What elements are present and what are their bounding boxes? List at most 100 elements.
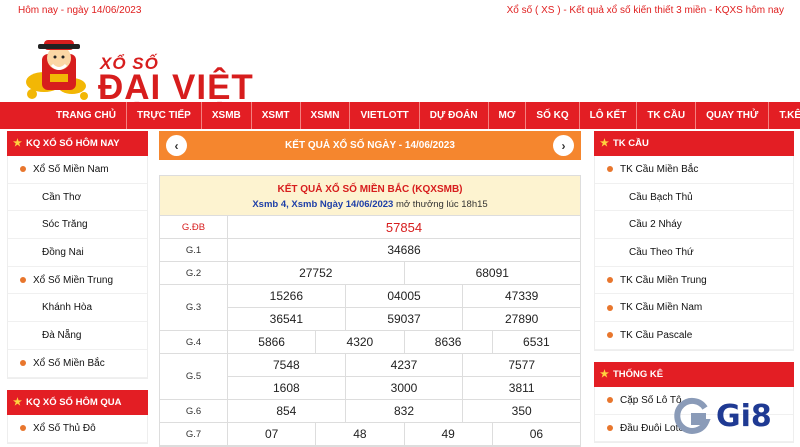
- result-sub-link[interactable]: Xsmb 4, Xsmb Ngày 14/06/2023: [252, 199, 393, 210]
- right-sidebar-item-label: TK Cầu Miền Nam: [620, 302, 703, 314]
- left-sidebar-item[interactable]: Sóc Trăng: [8, 211, 147, 240]
- prize-number: 68091: [475, 266, 509, 280]
- nav-truc-tiep[interactable]: TRỰC TIẾP: [127, 102, 202, 129]
- right-sidebar-item[interactable]: Cầu 2 Nháy: [595, 211, 793, 240]
- left-sidebar-item-label: Đà Nẵng: [42, 329, 82, 341]
- prize-row: G.4 5866 4320 8636 6531: [160, 331, 580, 354]
- left-sidebar-item[interactable]: Xổ Số Miền Bắc: [8, 350, 147, 378]
- prize-label: G.4: [160, 331, 228, 353]
- box-title-today-text: KQ XỔ SỐ HÔM NAY: [25, 138, 120, 149]
- bullet-dot-icon: [607, 304, 613, 311]
- site-tagline-link[interactable]: Xổ số ( XS ) - Kết quả xổ số kiến thiết …: [507, 5, 784, 16]
- prize-label: G.5: [160, 354, 228, 399]
- nav-xsmb[interactable]: XSMB: [202, 102, 252, 129]
- prize-number: 3811: [508, 381, 535, 395]
- god-of-wealth-mascot-icon: [26, 40, 88, 100]
- left-sidebar-item[interactable]: Xổ Số Miền Nam: [8, 156, 147, 184]
- result-table-title[interactable]: KẾT QUẢ XỔ SỐ MIỀN BẮC (KQXSMB): [160, 184, 580, 195]
- right-sidebar-item[interactable]: TK Cầu Miền Bắc: [595, 156, 793, 184]
- bullet-dot-icon: [20, 360, 26, 367]
- left-sidebar-yesterday-item[interactable]: Xổ Số Thủ Đô: [8, 415, 147, 443]
- prize-number: 3000: [346, 377, 464, 399]
- nav-t-ke[interactable]: T.KÊ: [769, 102, 800, 129]
- left-sidebar-item[interactable]: Đà Nẵng: [8, 322, 147, 350]
- prize-number: 15266: [228, 285, 346, 307]
- prize-row: G.6 854 832 350: [160, 400, 580, 423]
- result-date-header: ‹ KẾT QUẢ XỔ SỐ NGÀY - 14/06/2023 ›: [159, 131, 581, 160]
- prize-number: 47339: [504, 289, 539, 303]
- box-title-thong-ke: ★ THỐNG KÊ: [594, 362, 794, 387]
- result-table: KẾT QUẢ XỔ SỐ MIỀN BẮC (KQXSMB) Xsmb 4, …: [159, 175, 581, 447]
- star-icon: ★: [600, 138, 609, 149]
- star-icon: ★: [13, 397, 22, 408]
- left-sidebar-item[interactable]: Cần Thơ: [8, 184, 147, 212]
- bullet-dot-icon: [607, 332, 613, 339]
- right-sidebar-item-label: TK Cầu Miền Bắc: [620, 163, 699, 175]
- nav-mo[interactable]: MƠ: [489, 102, 527, 129]
- nav-vietlott[interactable]: VIETLOTT: [350, 102, 420, 129]
- nav-so-kq[interactable]: SỐ KQ: [526, 102, 580, 129]
- prize-number: 1608: [228, 377, 346, 399]
- result-table-header: KẾT QUẢ XỔ SỐ MIỀN BẮC (KQXSMB) Xsmb 4, …: [160, 176, 580, 216]
- nav-xsmn[interactable]: XSMN: [301, 102, 351, 129]
- star-icon: ★: [600, 369, 609, 380]
- left-sidebar-today: ★ KQ XỔ SỐ HÔM NAY Xổ Số Miền Nam Cần Thơ…: [7, 131, 148, 379]
- right-list: TK Cầu Miền Bắc Cầu Bạch Thủ Cầu 2 Nháy Cầu…: [594, 156, 794, 351]
- right-sidebar-item[interactable]: Cầu Bạch Thủ: [595, 184, 793, 212]
- prize-number: 4237: [346, 354, 464, 376]
- nav-tk-cau[interactable]: TK CẦU: [637, 102, 697, 129]
- nav-du-doan[interactable]: DỰ ĐOÁN: [420, 102, 489, 129]
- left-sidebar-item[interactable]: Khánh Hòa: [8, 294, 147, 323]
- prize-label: G.7: [160, 423, 228, 445]
- prize-number: 27752: [228, 262, 405, 284]
- bullet-dot-icon: [20, 277, 26, 284]
- right-sidebar-item-label: TK Cầu Pascale: [620, 329, 693, 341]
- prize-row: G.5 7548 4237 7577 1608 3000 3811: [160, 354, 580, 400]
- right-sidebar-item[interactable]: TK Cầu Pascale: [595, 322, 793, 350]
- left-list-yesterday: Xổ Số Thủ Đô: [7, 415, 148, 444]
- prize-row: G.3 15266 04005 47339 36541 59037 27890: [160, 285, 580, 331]
- prize-number: 34686: [387, 243, 421, 257]
- prev-day-button[interactable]: ‹: [166, 135, 187, 156]
- box-title-tk-cau-text: TK CẦU: [612, 138, 649, 149]
- prize-number: 06: [529, 427, 544, 441]
- prize-row: G.2 27752 68091: [160, 262, 580, 285]
- result-sub-time: mở thưởng lúc 18h15: [393, 199, 488, 210]
- prize-label: G.2: [160, 262, 228, 284]
- left-sidebar-item[interactable]: Xổ Số Miền Trung: [8, 267, 147, 295]
- bullet-dot-icon: [607, 397, 613, 404]
- prize-number: 4320: [316, 331, 405, 353]
- left-sidebar-item-label: Sóc Trăng: [42, 219, 88, 231]
- right-sidebar-item[interactable]: Cầu Theo Thứ: [595, 239, 793, 267]
- right-sidebar-item-label: Cầu 2 Nháy: [629, 219, 682, 231]
- next-day-button[interactable]: ›: [553, 135, 574, 156]
- nav-trang-chu[interactable]: TRANG CHỦ: [46, 102, 127, 129]
- prize-label: G.1: [160, 239, 228, 261]
- site-header: XỔ SỐ ĐẠI VIỆT: [0, 20, 800, 107]
- right-sidebar-item[interactable]: TK Cầu Miền Trung: [595, 267, 793, 295]
- nav-lo-ket[interactable]: LÔ KẾT: [580, 102, 638, 129]
- prize-label: G.ĐB: [160, 216, 228, 238]
- result-table-subtitle: Xsmb 4, Xsmb Ngày 14/06/2023 mở thưởng l…: [160, 199, 580, 210]
- box-title-yesterday: ★ KQ XỔ SỐ HÔM QUA: [7, 390, 148, 415]
- box-title-yesterday-text: KQ XỔ SỐ HÔM QUA: [25, 397, 122, 408]
- right-sidebar-item-label: Cầu Bạch Thủ: [629, 191, 693, 203]
- nav-quay-thu[interactable]: QUAY THỬ: [696, 102, 770, 129]
- left-sidebar-item-label: Xổ Số Miền Bắc: [33, 357, 105, 369]
- nav-xsmt[interactable]: XSMT: [252, 102, 301, 129]
- bullet-dot-icon: [20, 166, 26, 173]
- site-logo[interactable]: XỔ SỐ ĐẠI VIỆT: [20, 34, 260, 107]
- prize-label: G.6: [160, 400, 228, 422]
- prize-number: 7548: [228, 354, 346, 376]
- prize-row: G.ĐB 57854: [160, 216, 580, 239]
- left-sidebar-item[interactable]: Đồng Nai: [8, 239, 147, 267]
- today-date: Hôm nay - ngày 14/06/2023: [18, 4, 142, 16]
- left-sidebar-item-label: Xổ Số Miền Trung: [33, 274, 114, 286]
- gi8-watermark-text: Gi8: [716, 398, 772, 434]
- prize-number: 5866: [228, 331, 317, 353]
- right-sidebar-item[interactable]: TK Cầu Miền Nam: [595, 294, 793, 323]
- prize-number: 350: [511, 404, 532, 418]
- bullet-dot-icon: [20, 425, 26, 432]
- left-list: Xổ Số Miền Nam Cần Thơ Sóc Trăng Đồng Nai Xổ…: [7, 156, 148, 379]
- prize-number: 49: [405, 423, 493, 445]
